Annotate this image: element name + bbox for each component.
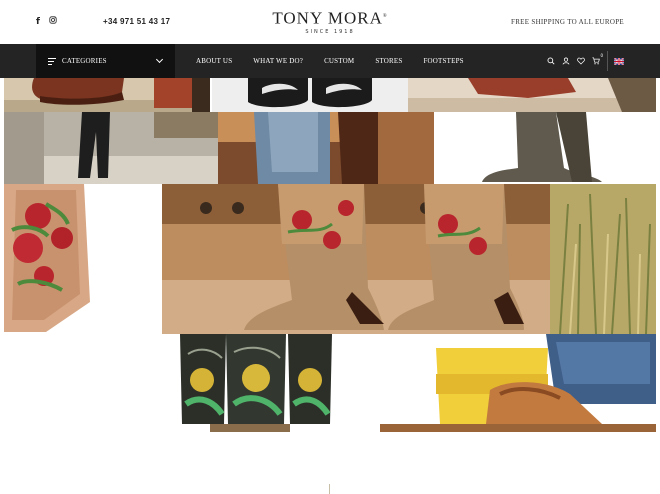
scroll-indicator [329,484,330,494]
cart-icon [592,57,600,65]
main-navigation: CATEGORIES ABOUT US WHAT WE DO? CUSTOM S… [0,44,660,78]
nav-footsteps[interactable]: FOOTSTEPS [423,57,463,65]
facebook-icon[interactable]: f [36,16,40,28]
nav-custom[interactable]: CUSTOM [324,57,354,65]
header-tools: 0 [547,44,603,78]
categories-label: CATEGORIES [62,57,107,65]
brand-since: SINCE 1918 [305,28,355,35]
uk-flag-icon[interactable] [614,58,624,65]
cart-button[interactable]: 0 [592,53,603,65]
chevron-down-icon [155,55,164,64]
boot-photo-yellow-field[interactable] [380,334,656,432]
nav-about-us[interactable]: ABOUT US [196,57,232,65]
cart-count: 0 [600,53,603,58]
instagram-icon[interactable] [49,16,57,28]
phone-number[interactable]: +34 971 51 43 17 [103,17,170,26]
boot-photo-black-white[interactable] [212,78,408,112]
boot-photo-floral-left[interactable] [4,184,184,334]
social-links: f [36,16,57,28]
boot-photo-grey-exotic[interactable] [436,112,654,184]
main-menu: ABOUT US WHAT WE DO? CUSTOM STORES FOOTS… [196,44,485,78]
nav-separator [607,51,608,71]
boot-photo-grass[interactable] [550,184,656,334]
brand-name: TONY MORA® [272,8,388,28]
boot-photo-jeans-brown[interactable] [218,112,434,184]
heart-icon[interactable] [577,57,585,65]
top-bar: f +34 971 51 43 17 TONY MORA® SINCE 1918… [0,0,660,44]
hero-collage [0,78,660,436]
search-icon[interactable] [547,57,555,65]
nav-stores[interactable]: STORES [375,57,402,65]
boot-photo-embroidered-black[interactable] [180,334,332,432]
menu-lines-icon [48,57,56,65]
user-icon[interactable] [562,57,570,65]
brand-logo[interactable]: TONY MORA® SINCE 1918 [262,8,398,35]
categories-dropdown[interactable]: CATEGORIES [36,44,175,78]
boot-photo-sand-legs[interactable] [408,78,656,112]
boot-photo-snake-pair[interactable] [162,184,588,334]
boot-photo-black-jeans[interactable] [4,112,222,184]
nav-what-we-do[interactable]: WHAT WE DO? [253,57,303,65]
boot-photo-red-walking[interactable] [4,78,210,112]
shipping-notice: FREE SHIPPING TO ALL EUROPE [511,18,624,26]
